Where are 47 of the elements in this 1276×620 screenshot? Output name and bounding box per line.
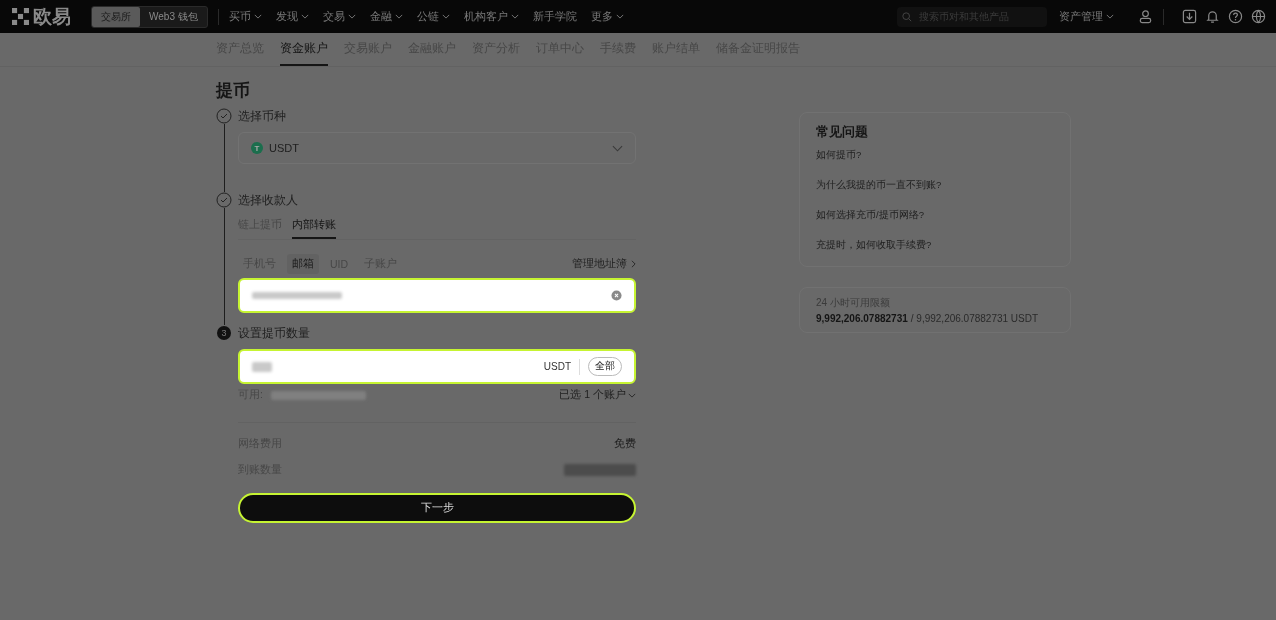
summary-value: 免费 (614, 437, 636, 451)
asset-menu[interactable]: 资产管理 (1059, 9, 1114, 24)
mode-tab[interactable]: Web3 钱包 (140, 6, 207, 27)
limit-total: / 9,992,206.07882731 USDT (910, 313, 1039, 324)
step-number: 3 (217, 326, 231, 340)
step-label: 选择币种 (238, 109, 287, 124)
logo-icon (12, 8, 29, 25)
email-field[interactable] (238, 278, 636, 313)
nav-menu-item[interactable]: 发现 (275, 9, 309, 24)
coin-select[interactable]: T USDT (238, 132, 636, 164)
step-label: 设置提币数量 (238, 326, 311, 341)
help-icon[interactable] (1228, 9, 1243, 24)
globe-icon[interactable] (1251, 9, 1266, 24)
search-icon (902, 11, 912, 22)
address-book-link[interactable]: 管理地址簿 (572, 257, 636, 271)
nav-menu-item[interactable]: 金融 (369, 9, 403, 24)
clear-icon[interactable] (611, 290, 622, 301)
user-icon[interactable] (1138, 9, 1153, 24)
caret-icon (1106, 14, 1114, 19)
nav-menu-item[interactable]: 公链 (416, 9, 450, 24)
next-button[interactable]: 下一步 (238, 493, 636, 523)
page-title: 提币 (216, 80, 251, 102)
nav-menu-item[interactable]: 买币 (228, 9, 262, 24)
step-label: 选择收款人 (238, 193, 299, 208)
nav-menu-item[interactable]: 新手学院 (532, 9, 577, 24)
transfer-tab[interactable]: 内部转账 (292, 216, 336, 239)
faq-link[interactable]: 如何提币? (816, 149, 1054, 162)
bell-icon[interactable] (1205, 9, 1220, 24)
account-tab[interactable]: 资金账户 (280, 33, 328, 66)
nav-menu-item[interactable]: 更多 (590, 9, 624, 24)
blurred-amount (252, 361, 272, 372)
coin-icon: T (251, 142, 263, 154)
nav-menu-item[interactable]: 机构客户 (463, 9, 519, 24)
account-selector[interactable]: 已选 1 个账户 (559, 388, 636, 402)
blurred-value (564, 464, 636, 476)
download-icon[interactable] (1182, 9, 1197, 24)
limit-used: 9,992,206.07882731 (816, 313, 908, 324)
recipient-type-tab[interactable]: 邮箱 (287, 254, 319, 274)
logo-text: 欧易 (33, 4, 71, 29)
chevron-down-icon (612, 144, 623, 152)
nav-menu-item[interactable]: 交易 (322, 9, 356, 24)
amount-field[interactable]: USDT 全部 (238, 349, 636, 384)
unit-label: USDT (543, 361, 571, 372)
chevron-right-icon (631, 260, 636, 268)
faq-title: 常见问题 (816, 123, 869, 141)
all-button[interactable]: 全部 (588, 357, 622, 376)
caret-icon (628, 392, 636, 398)
